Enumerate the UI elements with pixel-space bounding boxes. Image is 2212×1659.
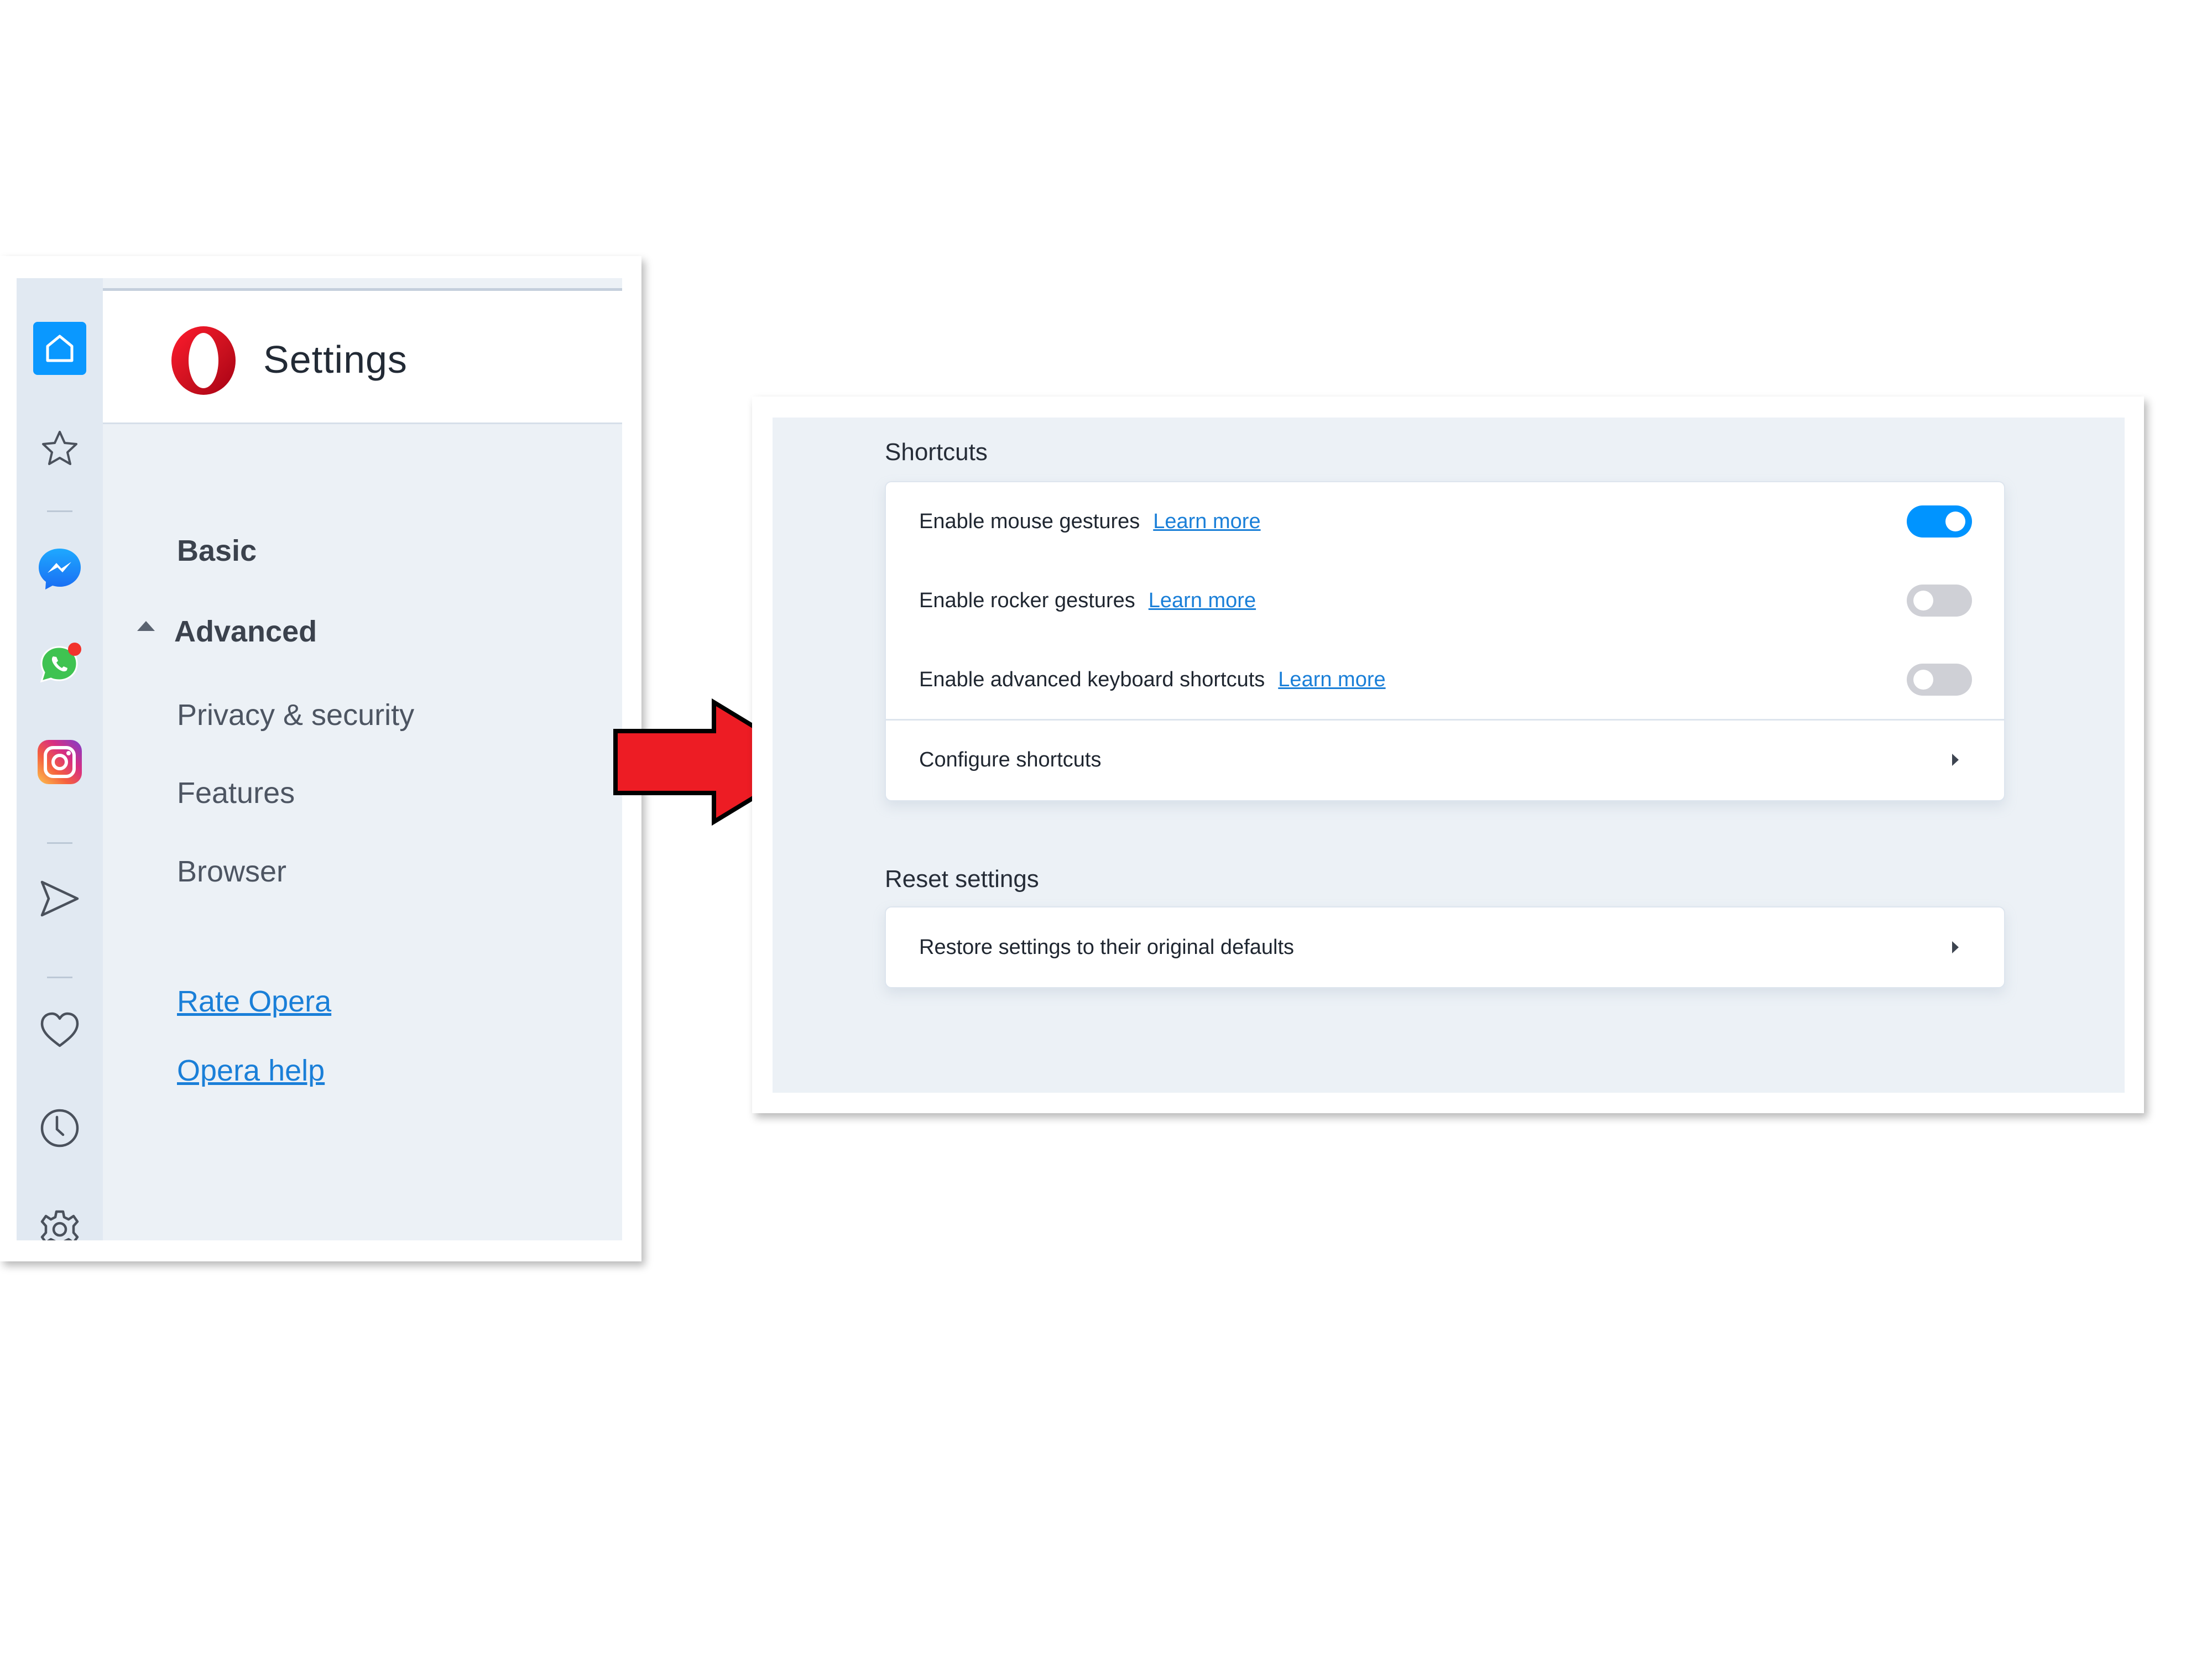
rate-opera-link[interactable]: Rate Opera bbox=[177, 984, 331, 1019]
rocker-gestures-row: Enable rocker gestures Learn more bbox=[886, 581, 2004, 620]
shortcuts-card: Enable mouse gestures Learn more Enable … bbox=[885, 481, 2005, 801]
rocker-gestures-toggle[interactable] bbox=[1907, 585, 1972, 617]
opera-logo-icon bbox=[171, 326, 236, 395]
settings-header: Settings bbox=[103, 288, 622, 424]
sidebar-history-button[interactable] bbox=[32, 1100, 87, 1156]
sidebar-whatsapp-button[interactable] bbox=[32, 637, 87, 692]
page-title: Settings bbox=[263, 338, 408, 381]
mouse-gestures-toggle[interactable] bbox=[1907, 505, 1972, 538]
rail-divider bbox=[47, 977, 72, 978]
rocker-gestures-label: Enable rocker gestures bbox=[919, 588, 1135, 612]
sidebar-settings-button[interactable] bbox=[32, 1202, 87, 1240]
sidebar-icon-rail bbox=[17, 278, 103, 1240]
keyboard-shortcuts-toggle[interactable] bbox=[1907, 664, 1972, 696]
configure-shortcuts-label: Configure shortcuts bbox=[919, 748, 1102, 771]
rocker-gestures-learn-more-link[interactable]: Learn more bbox=[1149, 589, 1256, 613]
toggle-knob bbox=[1913, 670, 1933, 690]
restore-defaults-label: Restore settings to their original defau… bbox=[919, 935, 1295, 959]
history-clock-icon bbox=[40, 1109, 79, 1147]
send-icon bbox=[40, 880, 79, 917]
sidebar-instagram-button[interactable] bbox=[32, 734, 87, 790]
sidebar-home-button[interactable] bbox=[32, 321, 87, 376]
mouse-gestures-row: Enable mouse gestures Learn more bbox=[886, 502, 2004, 541]
whatsapp-icon bbox=[40, 643, 81, 683]
sidebar-messenger-button[interactable] bbox=[32, 541, 87, 596]
shortcuts-settings-screenshot: Shortcuts Enable mouse gestures Learn mo… bbox=[752, 397, 2144, 1113]
configure-shortcuts-row[interactable]: Configure shortcuts bbox=[886, 721, 2004, 799]
toggle-knob bbox=[1945, 512, 1965, 531]
chevron-right-icon bbox=[1952, 754, 1959, 766]
settings-content: Shortcuts Enable mouse gestures Learn mo… bbox=[773, 418, 2125, 1093]
opera-help-link[interactable]: Opera help bbox=[177, 1053, 325, 1088]
reset-section-title: Reset settings bbox=[885, 865, 1039, 893]
nav-basic[interactable]: Basic bbox=[177, 534, 257, 568]
nav-privacy-security[interactable]: Privacy & security bbox=[177, 698, 414, 732]
mouse-gestures-label: Enable mouse gestures bbox=[919, 509, 1140, 533]
keyboard-shortcuts-learn-more-link[interactable]: Learn more bbox=[1278, 668, 1385, 692]
nav-features[interactable]: Features bbox=[177, 776, 295, 810]
sidebar-bookmarks-button[interactable] bbox=[32, 421, 87, 476]
star-icon bbox=[42, 431, 77, 465]
rail-divider bbox=[47, 510, 72, 512]
chevron-right-icon bbox=[1952, 941, 1959, 953]
caret-up-icon[interactable] bbox=[137, 621, 155, 631]
rail-divider bbox=[47, 842, 72, 844]
settings-sidebar: Settings Basic Advanced Privacy & securi… bbox=[17, 278, 622, 1240]
restore-defaults-row[interactable]: Restore settings to their original defau… bbox=[886, 907, 2004, 987]
sidebar-favorites-button[interactable] bbox=[32, 1003, 87, 1058]
gear-icon bbox=[40, 1210, 79, 1240]
instagram-icon bbox=[38, 740, 82, 784]
mouse-gestures-learn-more-link[interactable]: Learn more bbox=[1153, 510, 1260, 534]
settings-sidebar-screenshot: Settings Basic Advanced Privacy & securi… bbox=[0, 256, 641, 1261]
toggle-knob bbox=[1913, 591, 1933, 611]
messenger-icon bbox=[39, 549, 81, 589]
notification-badge bbox=[68, 643, 81, 656]
keyboard-shortcuts-row: Enable advanced keyboard shortcuts Learn… bbox=[886, 660, 2004, 699]
shortcuts-section-title: Shortcuts bbox=[885, 439, 988, 466]
reset-card: Restore settings to their original defau… bbox=[885, 906, 2005, 988]
home-icon bbox=[33, 322, 86, 375]
heart-icon bbox=[40, 1012, 79, 1047]
nav-advanced[interactable]: Advanced bbox=[174, 614, 317, 649]
keyboard-shortcuts-label: Enable advanced keyboard shortcuts bbox=[919, 667, 1265, 691]
nav-browser[interactable]: Browser bbox=[177, 854, 286, 889]
sidebar-send-button[interactable] bbox=[32, 871, 87, 926]
